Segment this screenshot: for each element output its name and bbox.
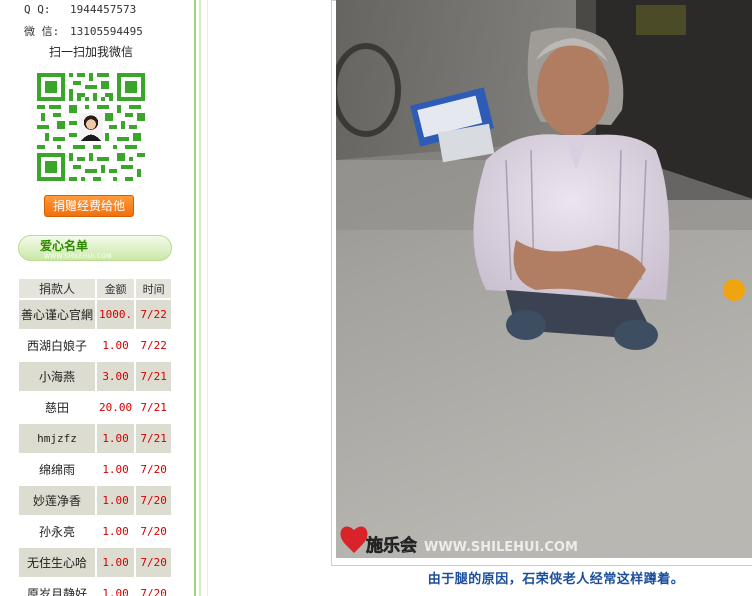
wechat-label: 微 信: [24,25,60,38]
donor-name: 原岁月静好 [26,587,87,596]
wechat-number: 13105594495 [70,25,143,38]
wechat-caption: 扫一扫加我微信 [48,45,133,59]
donation-date: 7/20 [136,548,172,577]
donation-amount: 20.00 [99,401,133,414]
donation-amount: 1.00 [102,525,129,538]
column-header-donor: 捐款人 [19,279,95,298]
photo-caption: 由于腿的原因，石荣侠老人经常这样蹲着。 [427,572,685,587]
donor-name: 小海燕 [19,362,95,391]
column-header-amount: 金额 [97,279,135,298]
donor-name: 孙永亮 [38,525,75,539]
donor-name: 慈田 [44,401,69,415]
donation-date: 7/20 [140,463,167,476]
donor-name: 妙莲净香 [19,486,95,515]
donation-date: 7/21 [140,401,167,414]
donor-list-subtitle: WWW.SHILEHUI.COM [44,253,112,260]
table-row: 西湖白娘子 1.00 7/22 [19,331,171,360]
wechat-contact: 微 信: 13105594495 [24,23,143,39]
wechat-qr-code [37,73,145,181]
donor-table: 捐款人 金额 时间 善心谨心官網 1000. 7/22 西湖白娘子 1.00 7… [17,277,173,596]
table-row: 小海燕 3.00 7/21 [19,362,172,391]
column-divider-light [199,0,201,596]
table-row: 妙莲净香 1.00 7/20 [19,486,172,515]
donation-date: 7/22 [140,339,167,352]
donor-list-header: 爱心名单 WWW.SHILEHUI.COM [18,235,172,265]
donor-name: hmjzfz [19,424,95,453]
table-row: 善心谨心官網 1000. 7/22 [19,300,172,329]
donation-date: 7/21 [136,424,172,453]
table-row: 无住生心哈 1.00 7/20 [19,548,172,577]
table-row: 慈田 20.00 7/21 [19,393,171,422]
donation-amount: 1000. [97,300,135,329]
donation-date: 7/21 [136,362,172,391]
donor-name: 善心谨心官網 [19,300,95,329]
column-divider [194,0,196,596]
donation-date: 7/20 [136,486,172,515]
column-divider-faint [207,0,208,596]
story-photo: 施乐会 WWW.SHILEHUI.COM [336,0,752,558]
table-row: 孙永亮 1.00 7/20 [19,517,171,546]
avatar [79,113,103,141]
qq-label: Q Q: [24,3,51,16]
donation-amount: 1.00 [97,486,135,515]
table-row: hmjzfz 1.00 7/21 [19,424,172,453]
sidebar: Q Q: 1944457573 微 信: 13105594495 扫一扫加我微信 [0,0,194,596]
column-header-date: 时间 [136,279,172,298]
donation-amount: 1.00 [102,463,129,476]
donation-amount: 1.00 [102,587,129,596]
donor-list-title: 爱心名单 [40,239,89,253]
donation-amount: 1.00 [97,424,135,453]
donation-date: 7/22 [136,300,172,329]
watermark-brand: 施乐会 [366,535,417,556]
donation-amount: 1.00 [102,339,129,352]
donor-name: 西湖白娘子 [26,339,87,353]
donor-name: 无住生心哈 [19,548,95,577]
donor-table-header: 捐款人 金额 时间 [19,279,172,298]
qq-number: 1944457573 [70,3,137,16]
qq-contact: Q Q: 1944457573 [24,3,136,16]
table-row: 原岁月静好 1.00 7/20 [19,579,171,596]
watermark-url: WWW.SHILEHUI.COM [424,540,578,555]
donate-button[interactable]: 捐赠经费给他 [44,195,134,217]
donation-date: 7/20 [140,587,167,596]
donation-amount: 1.00 [97,548,135,577]
donation-date: 7/20 [140,525,167,538]
table-row: 绵绵雨 1.00 7/20 [19,455,171,484]
donor-name: 绵绵雨 [38,463,75,477]
donation-amount: 3.00 [97,362,135,391]
